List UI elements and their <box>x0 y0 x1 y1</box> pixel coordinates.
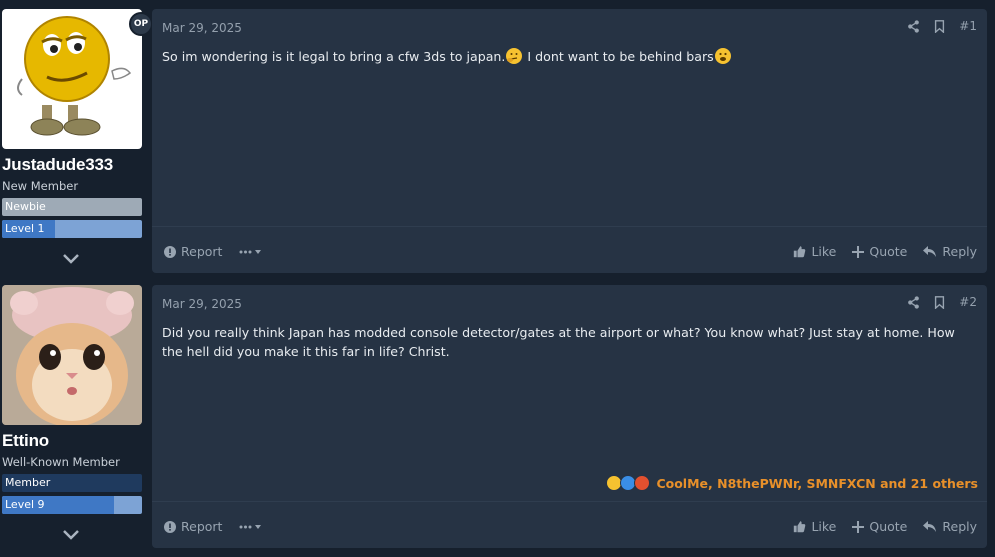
reactions-bar[interactable]: CoolMe, N8thePWNr, SMNFXCN and 21 others <box>606 475 978 491</box>
post-tools: #2 <box>907 295 977 309</box>
quote-label: Quote <box>869 244 908 259</box>
like-label: Like <box>811 244 837 259</box>
alert-icon <box>164 245 176 258</box>
yellow-smiley-avatar-icon <box>17 16 132 136</box>
like-button[interactable]: Like <box>793 519 836 534</box>
avatar[interactable] <box>2 285 142 425</box>
post-card: Mar 29, 2025 #2 Did you really think Jap… <box>152 285 987 548</box>
more-dots-icon <box>239 249 262 254</box>
reply-label: Reply <box>942 244 977 259</box>
level-label: Level 9 <box>5 498 45 511</box>
user-title: New Member <box>2 179 79 193</box>
op-badge: OP <box>129 12 153 36</box>
divider <box>152 501 987 502</box>
user-info: OP Justadude333 New Member Newbie Level … <box>2 9 153 273</box>
expand-user-info-button[interactable] <box>58 525 84 545</box>
reply-button[interactable]: Reply <box>923 244 977 259</box>
reaction-icons <box>606 475 651 491</box>
like-button[interactable]: Like <box>793 244 836 259</box>
share-button[interactable] <box>907 19 920 33</box>
report-label: Report <box>181 519 223 534</box>
post-date[interactable]: Mar 29, 2025 <box>162 297 242 311</box>
avatar[interactable] <box>2 9 142 149</box>
more-options-button[interactable] <box>238 522 264 532</box>
bookmark-icon <box>935 295 945 309</box>
post-tools: #1 <box>907 19 977 33</box>
reply-button[interactable]: Reply <box>923 519 977 534</box>
post-card: Mar 29, 2025 #1 So im wondering is it le… <box>152 9 987 273</box>
share-icon <box>908 19 920 33</box>
message-post: Ettino Well-Known Member Member Level 9 … <box>0 285 995 548</box>
user-banner: Member <box>2 474 142 492</box>
more-options-button[interactable] <box>238 247 264 257</box>
more-dots-icon <box>239 524 262 529</box>
post-content: So im wondering is it legal to bring a c… <box>162 47 975 66</box>
thinking-emoji-icon <box>506 48 523 64</box>
message-post: OP Justadude333 New Member Newbie Level … <box>0 9 995 273</box>
alert-icon <box>164 520 176 533</box>
bookmark-button[interactable] <box>934 295 945 309</box>
like-label: Like <box>811 519 837 534</box>
reply-label: Reply <box>942 519 977 534</box>
level-bar: Level 9 <box>2 496 142 514</box>
reply-arrow-icon <box>923 245 937 257</box>
post-date[interactable]: Mar 29, 2025 <box>162 21 242 35</box>
post-actions-right: Like Quote Reply <box>793 244 977 259</box>
post-text: I dont want to be behind bars <box>523 49 714 64</box>
reply-arrow-icon <box>923 520 937 532</box>
plus-icon <box>852 245 865 258</box>
username[interactable]: Ettino <box>2 431 49 451</box>
username[interactable]: Justadude333 <box>2 155 113 175</box>
expand-user-info-button[interactable] <box>58 249 84 269</box>
post-text: So im wondering is it legal to bring a c… <box>162 49 506 64</box>
bookmark-icon <box>935 19 945 33</box>
level-bar: Level 1 <box>2 220 142 238</box>
user-info: Ettino Well-Known Member Member Level 9 <box>2 285 142 548</box>
chevron-down-icon <box>63 254 79 264</box>
thumbs-up-icon <box>794 246 806 258</box>
reactions-text[interactable]: CoolMe, N8thePWNr, SMNFXCN and 21 others <box>656 476 978 491</box>
cat-avatar-icon <box>2 285 142 425</box>
report-button[interactable]: Report <box>164 244 222 259</box>
chevron-down-icon <box>63 530 79 540</box>
quote-button[interactable]: Quote <box>852 519 907 534</box>
report-label: Report <box>181 244 223 259</box>
post-actions-left: Report <box>164 519 264 534</box>
post-number[interactable]: #1 <box>959 19 977 33</box>
share-icon <box>908 295 920 309</box>
frightened-emoji-icon <box>714 48 731 64</box>
share-button[interactable] <box>907 295 920 309</box>
quote-label: Quote <box>869 519 908 534</box>
bookmark-button[interactable] <box>934 19 945 33</box>
post-actions-left: Report <box>164 244 264 259</box>
plus-icon <box>852 520 865 533</box>
quote-button[interactable]: Quote <box>852 244 907 259</box>
user-title: Well-Known Member <box>2 455 120 469</box>
angry-emoji-icon <box>634 475 651 491</box>
thumbs-up-icon <box>794 521 806 533</box>
divider <box>152 226 987 227</box>
post-actions-right: Like Quote Reply <box>793 519 977 534</box>
user-banner: Newbie <box>2 198 142 216</box>
level-label: Level 1 <box>5 222 45 235</box>
report-button[interactable]: Report <box>164 519 222 534</box>
post-content: Did you really think Japan has modded co… <box>162 325 955 359</box>
post-number[interactable]: #2 <box>959 295 977 309</box>
